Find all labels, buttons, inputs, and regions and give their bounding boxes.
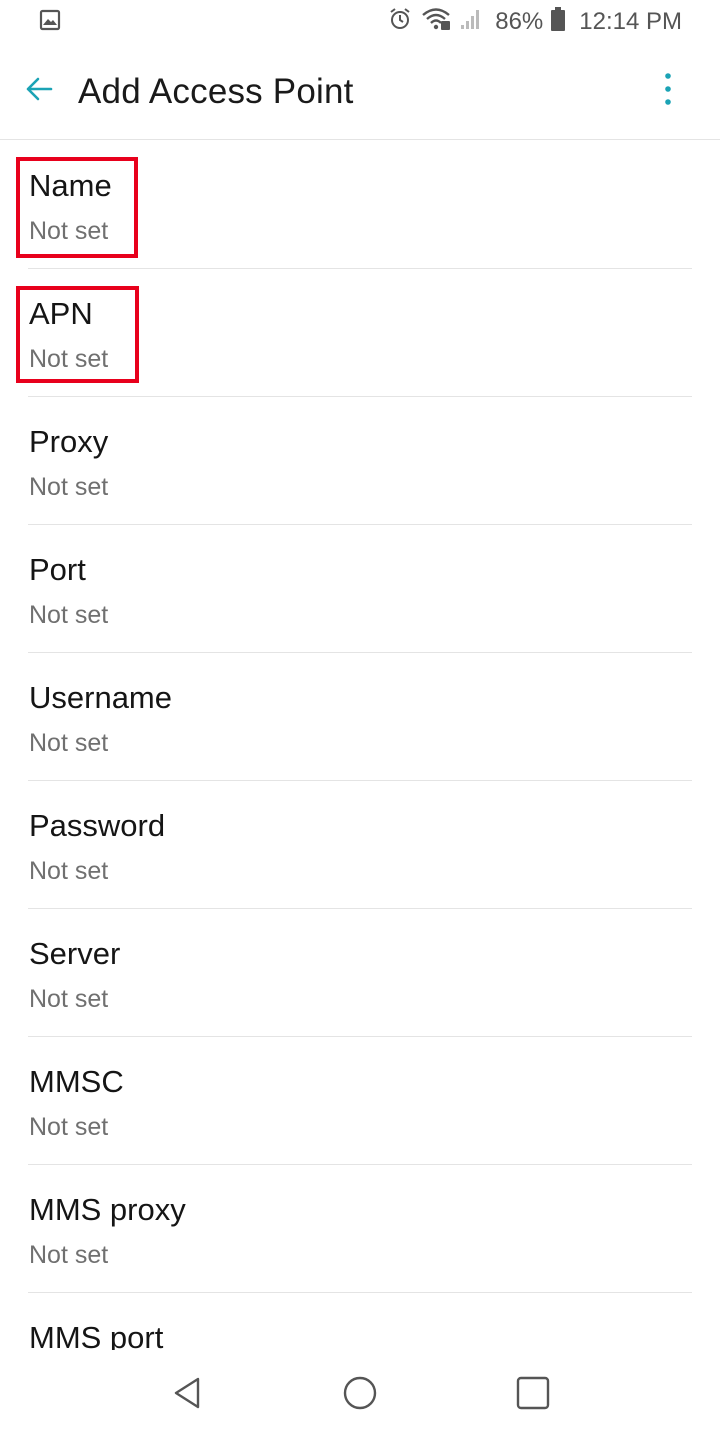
wifi-icon xyxy=(421,6,451,39)
item-title: Username xyxy=(29,680,172,715)
item-value: Not set xyxy=(29,217,109,245)
item-title: APN xyxy=(29,296,93,331)
page-title: Add Access Point xyxy=(78,71,354,111)
item-title: MMS proxy xyxy=(29,1192,186,1227)
item-title: MMSC xyxy=(29,1064,124,1099)
item-value: Not set xyxy=(29,729,109,757)
status-bar: 86% 12:14 PM xyxy=(0,0,720,44)
back-button[interactable] xyxy=(0,44,78,140)
list-item-apn[interactable]: APN Not set xyxy=(28,269,692,397)
list-item-username[interactable]: Username Not set xyxy=(28,653,692,781)
item-title: Proxy xyxy=(29,424,109,459)
battery-percent: 86% xyxy=(495,8,544,35)
more-vert-icon xyxy=(663,72,673,111)
item-value: Not set xyxy=(29,345,109,373)
list-item-name[interactable]: Name Not set xyxy=(28,141,692,269)
item-value: Not set xyxy=(29,857,109,885)
alarm-icon xyxy=(387,6,413,39)
list-item-mms-proxy[interactable]: MMS proxy Not set xyxy=(28,1165,692,1293)
status-right: 86% 12:14 PM xyxy=(387,6,682,39)
nav-home-button[interactable] xyxy=(330,1365,390,1425)
item-title: Port xyxy=(29,552,86,587)
status-left xyxy=(38,8,62,37)
apn-settings-list: Name Not set APN Not set Proxy Not set P… xyxy=(0,141,720,1350)
nav-back-button[interactable] xyxy=(157,1365,217,1425)
list-item-proxy[interactable]: Proxy Not set xyxy=(28,397,692,525)
item-value: Not set xyxy=(29,985,109,1013)
back-triangle-icon xyxy=(170,1376,204,1415)
item-value: Not set xyxy=(29,1113,109,1141)
list-item-port[interactable]: Port Not set xyxy=(28,525,692,653)
clock: 12:14 PM xyxy=(579,8,682,35)
item-value: Not set xyxy=(29,1241,109,1269)
image-icon xyxy=(38,8,62,37)
item-title: Server xyxy=(29,936,121,971)
arrow-back-icon xyxy=(23,73,55,110)
item-title: MMS port xyxy=(29,1320,164,1350)
nav-recents-button[interactable] xyxy=(503,1365,563,1425)
list-item-server[interactable]: Server Not set xyxy=(28,909,692,1037)
list-item-password[interactable]: Password Not set xyxy=(28,781,692,909)
overflow-menu-button[interactable] xyxy=(638,44,698,140)
item-value: Not set xyxy=(29,601,109,629)
recents-square-icon xyxy=(515,1375,551,1416)
screen: 86% 12:14 PM Add Access Point Name Not s… xyxy=(0,0,720,1440)
signal-icon xyxy=(459,7,483,38)
list-item-mms-port[interactable]: MMS port xyxy=(28,1293,692,1350)
list-item-mmsc[interactable]: MMSC Not set xyxy=(28,1037,692,1165)
item-title: Name xyxy=(29,168,112,203)
battery-icon xyxy=(551,6,566,38)
item-value: Not set xyxy=(29,473,109,501)
item-title: Password xyxy=(29,808,166,843)
home-circle-icon xyxy=(342,1375,378,1416)
navigation-bar xyxy=(0,1350,720,1440)
app-bar: Add Access Point xyxy=(0,44,720,140)
